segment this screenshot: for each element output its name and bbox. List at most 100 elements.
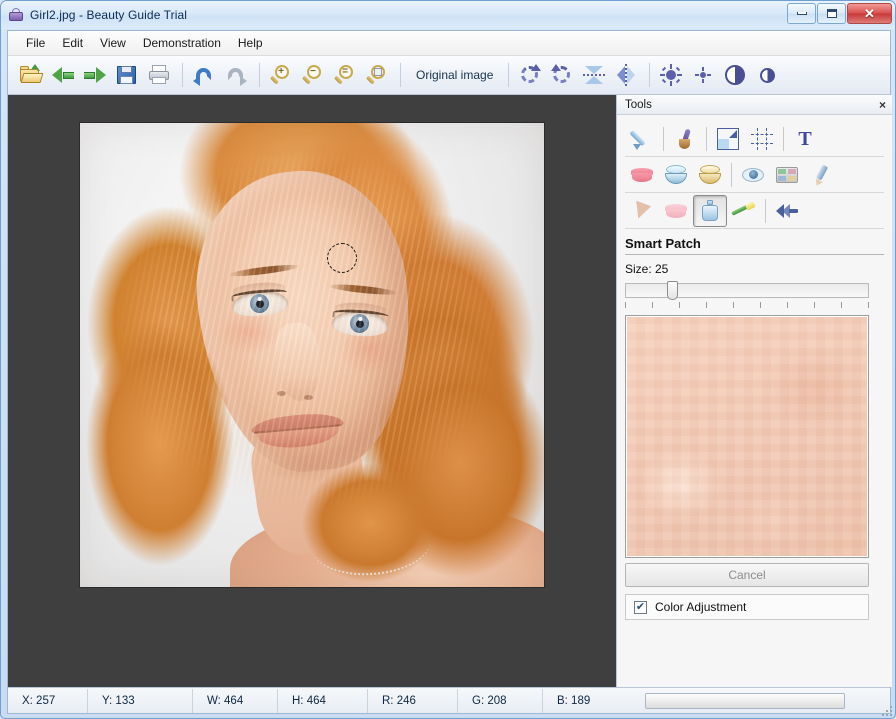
contrast-down-button[interactable] [752, 60, 782, 90]
tool-eye-color[interactable] [736, 159, 770, 191]
size-slider-track[interactable] [625, 283, 869, 298]
application-window: Girl2.jpg - Beauty Guide Trial ✕ File Ed… [0, 0, 896, 719]
floppy-disk-icon [115, 63, 139, 87]
flip-horizontal-icon [615, 64, 637, 86]
rotate-ccw-button[interactable] [547, 60, 577, 90]
eye-pencil-icon [810, 163, 832, 188]
size-slider-ticks [625, 302, 869, 309]
tool-smart-patch[interactable] [693, 194, 727, 227]
brightness-down-button[interactable] [688, 60, 718, 90]
tool-wrinkle-remover[interactable] [770, 195, 804, 227]
patch-preview-box [625, 315, 869, 558]
tool-brush[interactable] [668, 123, 702, 155]
flip-horizontal-button[interactable] [611, 60, 641, 90]
menu-item-edit[interactable]: Edit [54, 33, 91, 53]
color-adjustment-checkbox[interactable]: ✔ [634, 600, 647, 614]
photo-image[interactable] [80, 123, 544, 587]
toolbar-separator [508, 63, 510, 87]
status-y: Y: 133 [88, 688, 193, 713]
tool-resize[interactable] [711, 123, 745, 155]
sun-small-icon [692, 64, 714, 86]
original-image-button[interactable]: Original image [407, 68, 502, 82]
tool-lipstick[interactable] [625, 159, 659, 191]
menu-item-view[interactable]: View [92, 33, 134, 53]
paintbrush-icon [674, 128, 696, 150]
tools-panel-header: Tools × [617, 95, 892, 115]
size-slider[interactable] [625, 281, 884, 311]
flip-vertical-button[interactable] [579, 60, 609, 90]
magnifier-fit-icon [365, 63, 389, 87]
maximize-icon [826, 9, 837, 18]
save-button[interactable] [112, 60, 142, 90]
skin-patch-preview [627, 317, 867, 556]
image-canvas[interactable] [8, 95, 616, 687]
minimize-button[interactable] [787, 3, 816, 24]
zoom-actual-button[interactable]: = [330, 60, 360, 90]
zoom-in-button[interactable]: + [266, 60, 296, 90]
rotate-cw-button[interactable] [515, 60, 545, 90]
tools-panel-title: Tools [625, 98, 652, 111]
open-file-button[interactable] [16, 60, 46, 90]
wrinkle-arrows-icon [776, 202, 798, 220]
zoom-out-button[interactable]: − [298, 60, 328, 90]
tool-section-title: Smart Patch [625, 236, 884, 255]
crop-grid-icon [751, 127, 773, 150]
color-adjustment-row[interactable]: ✔ Color Adjustment [625, 594, 869, 620]
tool-row-retouch [625, 193, 884, 229]
tool-eye-pencil[interactable] [804, 159, 838, 191]
text-t-icon: T [798, 127, 812, 150]
close-icon[interactable]: × [879, 99, 886, 111]
tool-separator [663, 126, 664, 151]
menu-bar: File Edit View Demonstration Help [8, 31, 890, 56]
tool-lip-gloss[interactable] [659, 195, 693, 227]
tool-separator [731, 162, 732, 187]
flip-vertical-icon [583, 64, 606, 86]
tool-separator [765, 198, 766, 223]
undo-button[interactable] [189, 60, 219, 90]
next-image-button[interactable] [80, 60, 110, 90]
tool-row-makeup [625, 157, 884, 193]
lips-icon [631, 167, 653, 182]
contrast-up-button[interactable] [720, 60, 750, 90]
tool-eyeshadow[interactable] [770, 159, 804, 191]
print-button[interactable] [144, 60, 174, 90]
zoom-fit-button[interactable] [362, 60, 392, 90]
menu-item-file[interactable]: File [18, 33, 53, 53]
close-button[interactable]: ✕ [847, 3, 892, 24]
cancel-button[interactable]: Cancel [625, 563, 869, 587]
printer-icon [147, 63, 171, 87]
rotate-counterclockwise-icon [551, 64, 573, 86]
tool-blush[interactable] [693, 159, 727, 191]
maximize-button[interactable] [817, 3, 846, 24]
foundation-tube-icon [630, 200, 653, 221]
size-label: Size: 25 [625, 262, 669, 276]
main-toolbar: + − = Original image [8, 56, 890, 95]
brightness-up-button[interactable] [656, 60, 686, 90]
resize-icon [717, 127, 739, 150]
tool-line[interactable] [625, 123, 659, 155]
resize-grip[interactable] [880, 704, 892, 716]
previous-image-button[interactable] [48, 60, 78, 90]
tool-powder[interactable] [659, 159, 693, 191]
title-bar: Girl2.jpg - Beauty Guide Trial ✕ [1, 1, 895, 29]
arrow-right-icon [84, 66, 106, 84]
minimize-icon [796, 12, 807, 15]
toolbar-separator [182, 63, 183, 87]
magnifier-equal-icon: = [333, 63, 357, 87]
menu-item-demonstration[interactable]: Demonstration [135, 33, 229, 53]
tools-panel-body: T Smart Patch Size: 25 Cancel ✔ Color Ad… [617, 115, 892, 620]
contrast-small-icon [759, 67, 775, 83]
size-slider-thumb[interactable] [667, 281, 678, 300]
rotate-clockwise-icon [519, 64, 542, 86]
arrow-left-icon [52, 66, 74, 84]
tool-crop[interactable] [745, 123, 779, 155]
status-x: X: 257 [8, 688, 88, 713]
tool-text[interactable]: T [788, 123, 822, 155]
status-height: H: 464 [278, 688, 368, 713]
menu-item-help[interactable]: Help [230, 33, 271, 53]
redo-button[interactable] [221, 60, 251, 90]
status-blue: B: 189 [557, 694, 591, 707]
tool-foundation[interactable] [625, 195, 659, 227]
tool-teeth-whitening[interactable] [727, 195, 761, 227]
progress-bar [645, 692, 845, 709]
